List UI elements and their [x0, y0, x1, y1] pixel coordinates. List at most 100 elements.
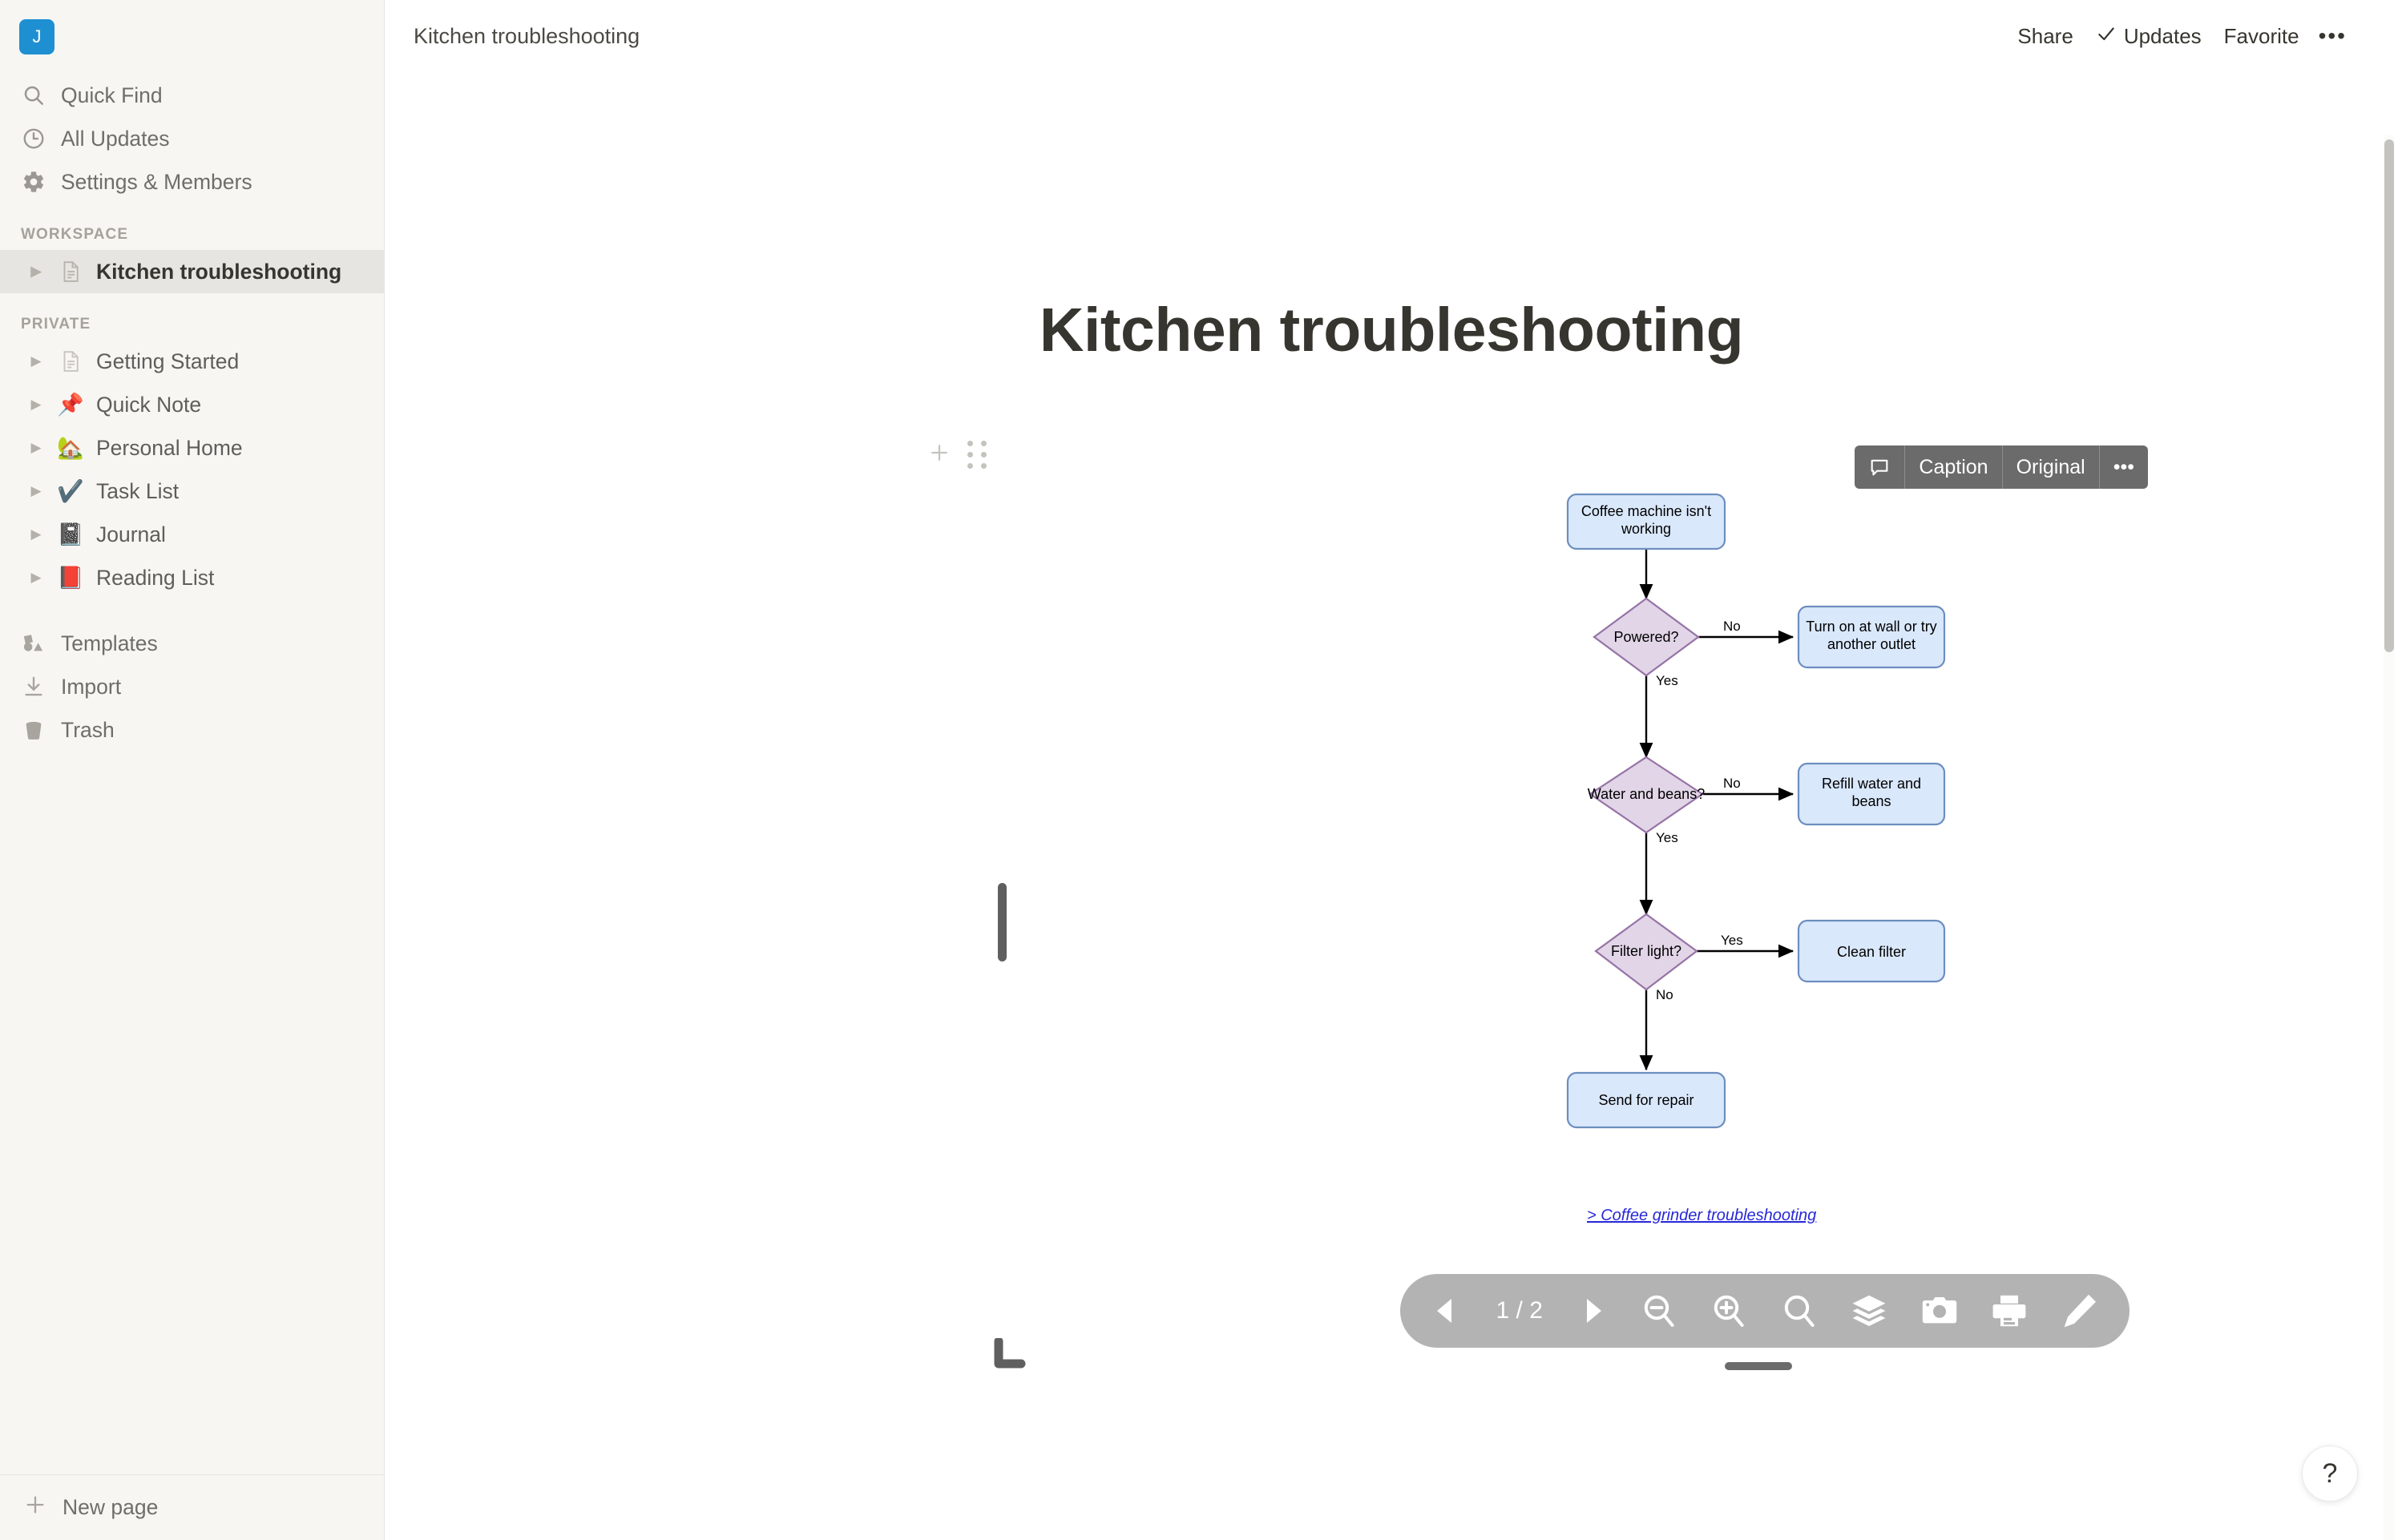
- sidebar-item-templates[interactable]: Templates: [0, 622, 384, 665]
- search-icon: [21, 83, 46, 108]
- edge-label: Yes: [1656, 830, 1678, 845]
- original-button[interactable]: Original: [2003, 445, 2100, 489]
- new-page-label: New page: [63, 1495, 159, 1519]
- section-label-private: PRIVATE: [21, 316, 91, 333]
- previous-page-icon[interactable]: [1431, 1296, 1459, 1326]
- workspace-avatar[interactable]: J: [19, 19, 54, 54]
- page-indicator: 1 / 2: [1496, 1297, 1543, 1324]
- resize-handle-bottom-left[interactable]: [994, 1338, 1029, 1373]
- chevron-right-icon[interactable]: ▶: [27, 264, 45, 280]
- sidebar-page-reading-list[interactable]: ▶ 📕 Reading List: [0, 556, 384, 599]
- sidebar-page-getting-started[interactable]: ▶ Getting Started: [0, 340, 384, 383]
- closed-book-icon: 📕: [57, 565, 84, 590]
- svg-text:Refill water and: Refill water and: [1822, 776, 1921, 792]
- chevron-right-icon[interactable]: ▶: [27, 526, 45, 542]
- new-page-button[interactable]: New page: [0, 1474, 384, 1540]
- sidebar-item-quick-find[interactable]: Quick Find: [0, 74, 384, 117]
- sidebar-page-label: Personal Home: [96, 435, 243, 460]
- zoom-out-icon[interactable]: [1640, 1292, 1678, 1330]
- checkmark-icon: ✔️: [57, 478, 84, 503]
- zoom-fit-icon[interactable]: [1780, 1292, 1819, 1330]
- next-page-icon[interactable]: [1579, 1296, 1608, 1326]
- section-label-workspace: WORKSPACE: [21, 226, 129, 243]
- sidebar-page-label: Reading List: [96, 565, 215, 590]
- diagram-resize-grabber[interactable]: [1725, 1362, 1792, 1370]
- sidebar-page-label: Getting Started: [96, 349, 240, 373]
- house-icon: 🏡: [57, 435, 84, 460]
- sidebar-page-journal[interactable]: ▶ 📓 Journal: [0, 513, 384, 556]
- zoom-in-icon[interactable]: [1710, 1292, 1748, 1330]
- chevron-right-icon[interactable]: ▶: [27, 353, 45, 369]
- pushpin-icon: 📌: [57, 392, 84, 417]
- sidebar-item-label: Trash: [61, 717, 115, 742]
- sidebar-item-label: Templates: [61, 631, 158, 655]
- svg-text:Send for repair: Send for repair: [1598, 1092, 1694, 1108]
- sidebar-item-settings-members[interactable]: Settings & Members: [0, 160, 384, 204]
- svg-text:Coffee machine isn't: Coffee machine isn't: [1581, 503, 1711, 519]
- main-content: Kitchen troubleshooting Share Updates Fa…: [385, 0, 2398, 1540]
- page-title[interactable]: Kitchen troubleshooting: [385, 295, 2398, 366]
- favorite-button[interactable]: Favorite: [2213, 19, 2311, 54]
- notebook-icon: 📓: [57, 522, 84, 546]
- svg-text:Clean filter: Clean filter: [1837, 944, 1906, 960]
- flowchart-diagram[interactable]: Yes Yes No No No Yes Coffee machine isn'…: [1566, 477, 1991, 1230]
- import-icon: [21, 674, 46, 699]
- scrollbar-thumb[interactable]: [2384, 139, 2394, 652]
- sidebar-page-task-list[interactable]: ▶ ✔️ Task List: [0, 470, 384, 513]
- sidebar-item-label: Quick Find: [61, 83, 163, 107]
- chevron-right-icon[interactable]: ▶: [27, 483, 45, 499]
- clock-icon: [21, 126, 46, 151]
- templates-icon: [21, 631, 46, 656]
- edge-label: No: [1723, 619, 1741, 634]
- svg-text:Powered?: Powered?: [1613, 629, 1678, 645]
- svg-text:Water and beans?: Water and beans?: [1588, 786, 1705, 802]
- sidebar-page-label: Kitchen troubleshooting: [96, 259, 342, 284]
- coffee-grinder-link[interactable]: > Coffee grinder troubleshooting: [1587, 1207, 1816, 1225]
- svg-text:working: working: [1621, 521, 1671, 537]
- resize-handle-left[interactable]: [998, 883, 1007, 961]
- sidebar-item-import[interactable]: Import: [0, 665, 384, 708]
- layers-icon[interactable]: [1850, 1292, 1888, 1330]
- svg-text:Filter light?: Filter light?: [1611, 943, 1681, 959]
- chevron-right-icon[interactable]: ▶: [27, 570, 45, 586]
- share-button[interactable]: Share: [2006, 19, 2084, 54]
- chevron-right-icon[interactable]: ▶: [27, 440, 45, 456]
- sidebar-item-label: Import: [61, 674, 122, 699]
- edge-label: Yes: [1721, 933, 1743, 948]
- trash-icon: [21, 717, 46, 743]
- svg-text:another outlet: another outlet: [1827, 636, 1916, 652]
- sidebar-page-label: Journal: [96, 522, 166, 546]
- edge-label: Yes: [1656, 673, 1678, 688]
- document-icon: [56, 260, 85, 284]
- sidebar-item-trash[interactable]: Trash: [0, 708, 384, 752]
- favorite-label: Favorite: [2223, 23, 2299, 48]
- pencil-icon[interactable]: [2061, 1292, 2099, 1330]
- share-label: Share: [2017, 23, 2073, 48]
- sidebar-page-kitchen-troubleshooting[interactable]: ▶ Kitchen troubleshooting: [0, 250, 384, 293]
- gear-icon: [21, 169, 46, 195]
- diagram-viewer-toolbar: 1 / 2: [1400, 1274, 2130, 1348]
- sidebar-page-personal-home[interactable]: ▶ 🏡 Personal Home: [0, 426, 384, 470]
- app-root: J Quick Find All Updates Settings & Memb…: [0, 0, 2398, 1540]
- sidebar-item-label: All Updates: [61, 126, 170, 151]
- check-icon: [2096, 23, 2117, 50]
- more-options-icon[interactable]: •••: [2311, 18, 2355, 54]
- updates-label: Updates: [2123, 23, 2202, 48]
- block-controls: [927, 441, 987, 469]
- help-button[interactable]: ?: [2302, 1445, 2358, 1502]
- breadcrumb[interactable]: Kitchen troubleshooting: [414, 24, 640, 49]
- sidebar-item-all-updates[interactable]: All Updates: [0, 117, 384, 160]
- print-icon[interactable]: [1990, 1292, 2029, 1330]
- drag-handle-icon[interactable]: [967, 441, 987, 469]
- sidebar-item-label: Settings & Members: [61, 169, 252, 194]
- svg-text:beans: beans: [1851, 793, 1891, 809]
- add-block-icon[interactable]: [927, 441, 951, 469]
- sidebar-page-quick-note[interactable]: ▶ 📌 Quick Note: [0, 383, 384, 426]
- top-bar: Kitchen troubleshooting Share Updates Fa…: [385, 0, 2398, 72]
- image-more-options-icon[interactable]: •••: [2100, 445, 2148, 489]
- workspace-header[interactable]: J: [0, 0, 384, 74]
- plus-icon: [22, 1492, 48, 1523]
- camera-icon[interactable]: [1920, 1292, 1959, 1330]
- chevron-right-icon[interactable]: ▶: [27, 397, 45, 413]
- updates-button[interactable]: Updates: [2085, 18, 2213, 54]
